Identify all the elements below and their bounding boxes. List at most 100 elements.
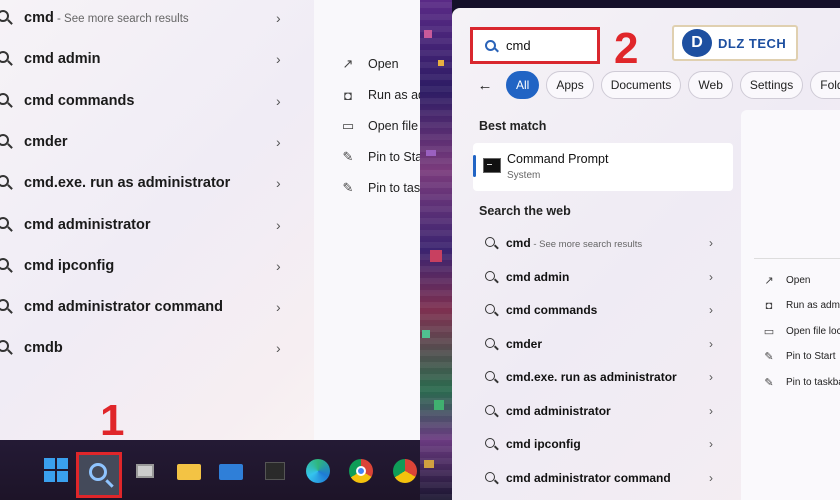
action-label: Open file loc — [786, 325, 840, 337]
search-input[interactable] — [506, 38, 586, 53]
result-label: cmder — [24, 133, 68, 150]
open-icon: ↗ — [764, 274, 774, 287]
windows-start-icon[interactable] — [44, 458, 70, 484]
best-match-result[interactable]: Command Prompt System — [473, 143, 733, 191]
chevron-right-icon[interactable]: › — [709, 471, 713, 485]
search-result-item[interactable]: cmd ipconfig › — [0, 248, 300, 284]
task-view-icon[interactable] — [132, 458, 158, 484]
action-label: Open file — [368, 119, 419, 133]
search-icon-handle — [105, 479, 114, 488]
app-icon[interactable] — [262, 458, 288, 484]
action-item[interactable]: ✎ Pin to Sta — [340, 145, 420, 169]
result-label: cmd administrator — [506, 403, 611, 418]
search-icon — [485, 438, 495, 448]
action-item[interactable]: ✎ Pin to tas — [340, 176, 420, 200]
web-result-item[interactable]: cmd administrator › — [482, 397, 722, 425]
result-label: cmd ipconfig — [24, 257, 115, 274]
action-item[interactable]: ▭ Open file loc — [762, 321, 840, 341]
action-item[interactable]: ✎ Pin to taskba — [762, 372, 840, 392]
file-explorer-icon[interactable] — [176, 458, 202, 484]
web-result-item[interactable]: cmder › — [482, 330, 722, 358]
taskbar-search-button[interactable] — [76, 452, 122, 498]
web-result-item[interactable]: cmd commands › — [482, 296, 722, 324]
chevron-right-icon[interactable]: › — [709, 303, 713, 317]
search-icon — [0, 257, 9, 270]
chevron-right-icon[interactable]: › — [276, 51, 281, 67]
action-label: Pin to tas — [368, 181, 420, 195]
back-arrow-icon[interactable]: ← — [474, 74, 496, 96]
chevron-right-icon[interactable]: › — [276, 175, 281, 191]
selection-indicator — [473, 155, 476, 177]
web-result-item[interactable]: cmd admin › — [482, 263, 722, 291]
chevron-right-icon[interactable]: › — [709, 337, 713, 351]
action-label: Pin to Start — [786, 351, 836, 362]
result-label: cmd.exe. run as administrator — [506, 370, 677, 384]
search-result-item[interactable]: cmd.exe. run as administrator › — [0, 165, 300, 201]
web-result-item[interactable]: cmd administrator command › — [482, 464, 722, 492]
action-label: Pin to Sta — [368, 150, 420, 164]
web-result-item[interactable]: cmd ipconfig › — [482, 430, 722, 458]
chevron-right-icon[interactable]: › — [276, 134, 281, 150]
search-result-item[interactable]: cmd - See more search results › — [0, 0, 300, 36]
result-label: cmd — [506, 236, 531, 250]
filter-chip[interactable]: Apps — [546, 71, 594, 99]
chevron-right-icon[interactable]: › — [709, 370, 713, 384]
filter-chip[interactable]: Folders — [810, 71, 840, 99]
web-result-item[interactable]: cmd - See more search results › — [482, 229, 722, 257]
filter-chip[interactable]: Web — [688, 71, 733, 99]
result-label: cmd administrator command — [24, 299, 224, 316]
search-icon — [0, 51, 9, 64]
chevron-right-icon[interactable]: › — [276, 93, 281, 109]
filter-chip[interactable]: Settings — [739, 71, 804, 99]
action-item[interactable]: ↗ Open — [762, 270, 810, 290]
chrome-icon[interactable] — [348, 458, 374, 484]
chevron-right-icon[interactable]: › — [276, 299, 281, 315]
action-item[interactable]: ↗ Open — [340, 52, 399, 76]
action-label: Pin to taskba — [786, 376, 840, 388]
result-label: cmd.exe. run as administrator — [24, 175, 231, 192]
search-result-item[interactable]: cmd administrator › — [0, 207, 300, 243]
search-result-item[interactable]: cmd administrator command › — [0, 289, 300, 325]
search-icon — [485, 40, 496, 51]
search-box[interactable] — [470, 27, 600, 64]
result-label: cmder — [506, 336, 543, 351]
result-label: cmd admin — [24, 51, 101, 68]
search-result-item[interactable]: cmd commands › — [0, 83, 300, 119]
mail-icon[interactable] — [218, 458, 244, 484]
action-item[interactable]: ◘ Run as admi — [762, 296, 840, 316]
chevron-right-icon[interactable]: › — [709, 270, 713, 284]
action-item[interactable]: ▭ Open file — [340, 114, 418, 138]
search-icon — [0, 92, 9, 105]
chevron-right-icon[interactable]: › — [709, 404, 713, 418]
result-sublabel: - See more search results — [53, 13, 189, 25]
chevron-right-icon[interactable]: › — [276, 10, 281, 26]
chrome-profile-icon[interactable] — [392, 458, 417, 484]
chevron-right-icon[interactable]: › — [276, 217, 281, 233]
pin-icon: ✎ — [342, 180, 354, 195]
start-search-panel-left: cmd - See more search results › cmd admin ›… — [0, 0, 420, 440]
search-icon — [0, 299, 9, 312]
result-label: cmdb — [24, 340, 63, 357]
result-label: cmd — [24, 10, 54, 26]
edge-icon[interactable] — [305, 458, 331, 484]
result-sublabel: - See more search results — [530, 239, 643, 250]
run-as-admin-icon: ◘ — [765, 299, 773, 312]
action-item[interactable]: ◘ Run as ad — [340, 83, 420, 107]
logo-text: DLZ TECH — [718, 35, 787, 51]
best-match-name: Command Prompt — [507, 152, 609, 166]
chevron-right-icon[interactable]: › — [276, 340, 281, 356]
search-result-item[interactable]: cmder › — [0, 124, 300, 160]
search-icon — [0, 10, 9, 22]
result-label: cmd commands — [24, 92, 135, 109]
web-result-item[interactable]: cmd.exe. run as administrator › — [482, 363, 722, 391]
action-item[interactable]: ✎ Pin to Start — [762, 347, 835, 367]
filter-chip[interactable]: Documents — [600, 71, 682, 99]
filter-chip[interactable]: All — [506, 71, 540, 99]
result-preview-pane: ↗ Open ◘ Run as ad ▭ Open file ✎ Pin to Sta ✎ Pin… — [314, 0, 420, 440]
chevron-right-icon[interactable]: › — [276, 258, 281, 274]
search-result-item[interactable]: cmd admin › — [0, 41, 300, 77]
chevron-right-icon[interactable]: › — [709, 437, 713, 451]
chevron-right-icon[interactable]: › — [709, 236, 713, 250]
search-web-heading: Search the web — [479, 204, 571, 218]
search-result-item[interactable]: cmdb › — [0, 330, 300, 366]
